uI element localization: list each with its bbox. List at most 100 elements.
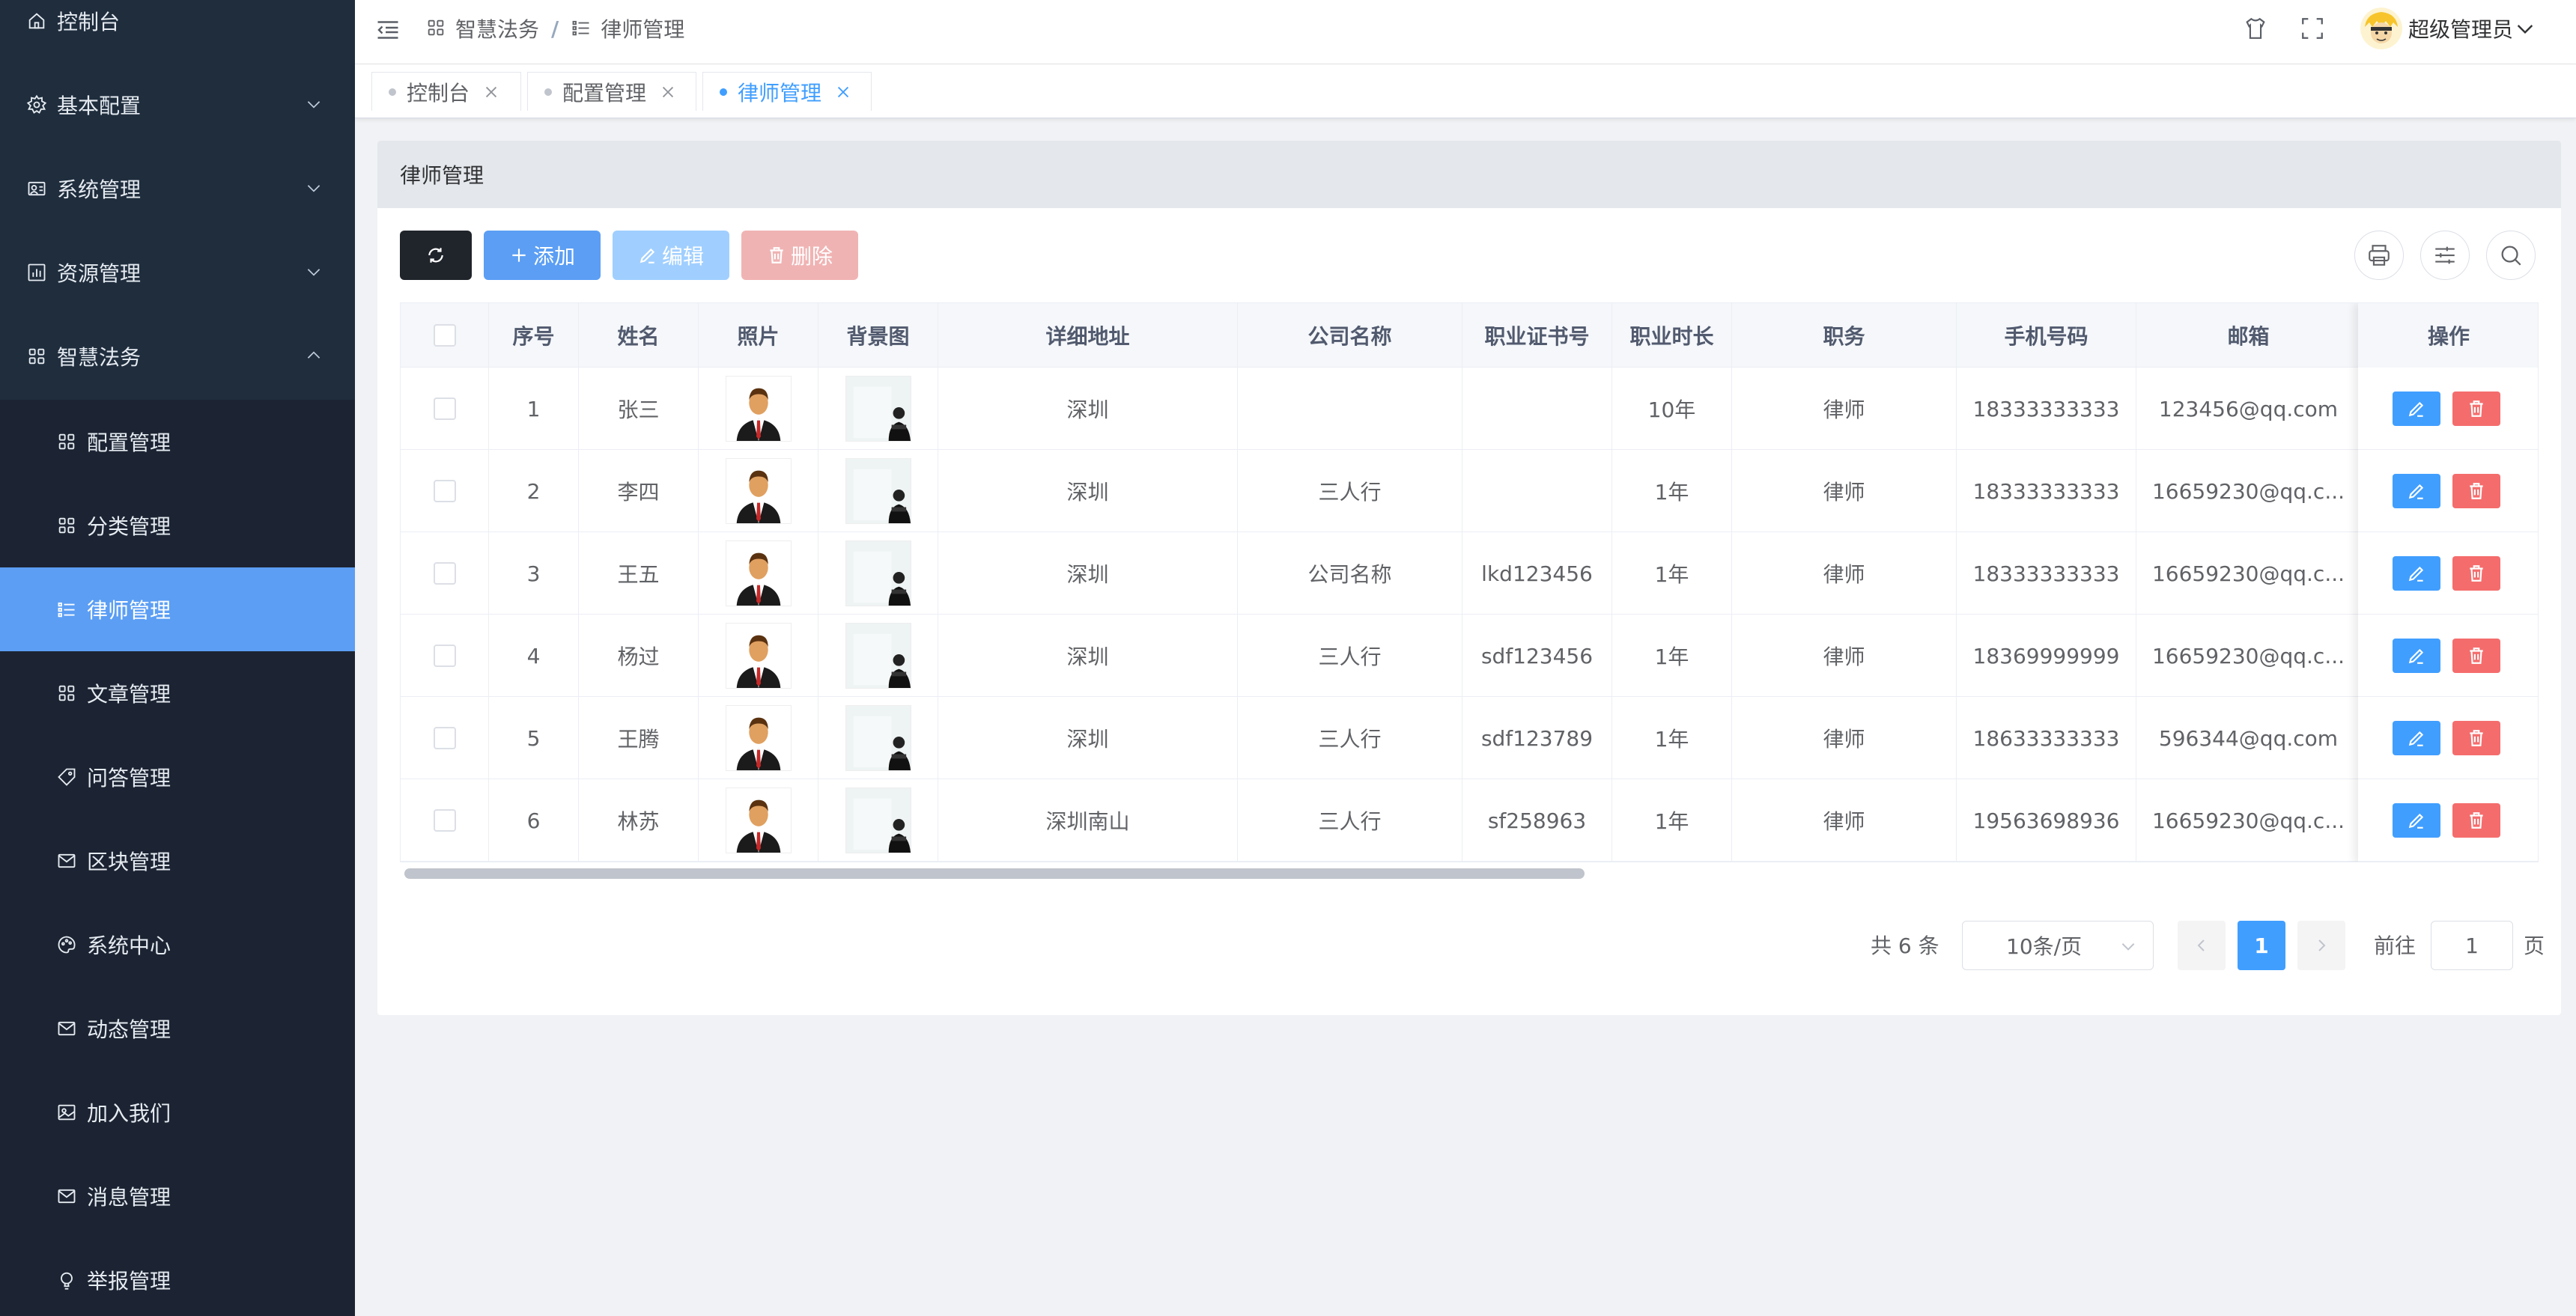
lawyer-photo[interactable]: [725, 623, 792, 689]
chevron-right-icon: [2318, 939, 2326, 951]
table-row[interactable]: 2 李四 深圳 三人行 1年 律师 18333333333 16659230@qq.c...: [401, 450, 2538, 532]
sidebar-subitem-4[interactable]: 问答管理: [0, 735, 355, 819]
close-icon[interactable]: [483, 84, 499, 100]
cell-company: 三人行: [1238, 615, 1462, 697]
prev-page-button[interactable]: [2178, 921, 2226, 970]
sidebar-item-2[interactable]: 系统管理: [0, 147, 355, 231]
next-page-button[interactable]: [2297, 921, 2345, 970]
lawyer-photo[interactable]: [725, 458, 792, 524]
row-select-cell: [401, 615, 489, 697]
print-button[interactable]: [2354, 231, 2404, 280]
table-row[interactable]: 4 杨过 深圳 三人行 sdf123456 1年 律师 18369999999 16659230…: [401, 615, 2538, 697]
grid-icon: [55, 514, 78, 537]
select-all-checkbox[interactable]: [433, 324, 456, 347]
row-checkbox[interactable]: [433, 809, 456, 832]
cell-photo: [699, 450, 818, 532]
sidebar-item-3[interactable]: 资源管理: [0, 231, 355, 314]
row-delete-button[interactable]: [2452, 721, 2500, 755]
sidebar-subitem-5[interactable]: 区块管理: [0, 819, 355, 903]
sidebar-subitem-3[interactable]: 文章管理: [0, 651, 355, 735]
sidebar-subitem-6[interactable]: 系统中心: [0, 903, 355, 987]
sidebar-item-1[interactable]: 基本配置: [0, 63, 355, 147]
search-toggle-button[interactable]: [2486, 231, 2536, 280]
close-icon[interactable]: [660, 84, 676, 100]
sidebar-subitem-2[interactable]: 律师管理: [0, 567, 355, 651]
row-actions: [2358, 450, 2538, 532]
fullscreen-icon[interactable]: [2297, 13, 2327, 43]
column-settings-button[interactable]: [2420, 231, 2470, 280]
row-edit-button[interactable]: [2393, 392, 2440, 426]
tag-dashboard[interactable]: 控制台: [371, 72, 521, 111]
sidebar-subitem-0[interactable]: 配置管理: [0, 400, 355, 484]
table-row[interactable]: 5 王腾 深圳 三人行 sdf123789 1年 律师 18633333333 596344@q…: [401, 697, 2538, 779]
row-checkbox[interactable]: [433, 645, 456, 667]
tag-label: 配置管理: [562, 80, 647, 106]
tag-config[interactable]: 配置管理: [527, 72, 696, 111]
sidebar-item-4[interactable]: 智慧法务: [0, 314, 355, 398]
row-checkbox[interactable]: [433, 727, 456, 749]
table-header: 序号 姓名 照片 背景图 详细地址 公司名称 职业证书号 职业时长 职务 手机号码 邮箱 操作: [401, 303, 2538, 368]
row-delete-button[interactable]: [2452, 803, 2500, 838]
row-checkbox[interactable]: [433, 397, 456, 420]
trash-icon: [2470, 400, 2483, 417]
sidebar-subitem-10[interactable]: 举报管理: [0, 1238, 355, 1316]
background-image[interactable]: [845, 376, 911, 442]
refresh-button[interactable]: [400, 231, 472, 280]
row-edit-button[interactable]: [2393, 721, 2440, 755]
goto-page-input[interactable]: 1: [2431, 921, 2513, 970]
edit-icon: [2408, 731, 2424, 746]
page-size-select[interactable]: 10条/页: [1962, 921, 2154, 970]
cell-name: 王腾: [579, 697, 699, 779]
lawyer-photo[interactable]: [725, 788, 792, 853]
row-delete-button[interactable]: [2452, 556, 2500, 591]
collapse-menu-icon[interactable]: [374, 16, 401, 43]
cell-address: 深圳: [938, 450, 1238, 532]
theme-shirt-icon[interactable]: [2241, 13, 2270, 43]
sidebar-subitem-9[interactable]: 消息管理: [0, 1154, 355, 1238]
table-row[interactable]: 1 张三 深圳 10年 律师 18333333333 123456@qq.com: [401, 368, 2538, 450]
delete-button[interactable]: 删除: [741, 231, 858, 280]
breadcrumb-item-section[interactable]: 智慧法务: [455, 13, 539, 43]
add-button[interactable]: 添加: [484, 231, 601, 280]
background-image[interactable]: [845, 540, 911, 606]
sidebar-subitem-1[interactable]: 分类管理: [0, 484, 355, 567]
lawyer-photo[interactable]: [725, 376, 792, 442]
row-delete-button[interactable]: [2452, 392, 2500, 426]
row-edit-button[interactable]: [2393, 556, 2440, 591]
row-delete-button[interactable]: [2452, 474, 2500, 508]
page-size-value: 10条/页: [2006, 934, 2083, 959]
tag-lawyer[interactable]: 律师管理: [702, 72, 872, 111]
row-edit-button[interactable]: [2393, 639, 2440, 673]
background-image[interactable]: [845, 458, 911, 524]
sidebar-item-0[interactable]: 控制台: [0, 0, 355, 63]
table-row[interactable]: 6 林苏 深圳南山 三人行 sf258963 1年 律师 19563698936 1665923…: [401, 779, 2538, 862]
home-icon: [25, 10, 48, 32]
cell-background: [818, 368, 938, 450]
username[interactable]: 超级管理员: [2408, 13, 2513, 43]
page-number-button[interactable]: 1: [2238, 921, 2285, 970]
close-icon[interactable]: [835, 84, 851, 100]
cell-photo: [699, 697, 818, 779]
avatar[interactable]: [2360, 7, 2402, 49]
background-image[interactable]: [845, 705, 911, 771]
sidebar-subitem-8[interactable]: 加入我们: [0, 1070, 355, 1154]
row-delete-button[interactable]: [2452, 639, 2500, 673]
lawyer-table: 序号 姓名 照片 背景图 详细地址 公司名称 职业证书号 职业时长 职务 手机号码 邮箱 操作 1 张三…: [400, 302, 2539, 862]
sidebar-subitem-7[interactable]: 动态管理: [0, 987, 355, 1070]
operation-column: 操作: [2358, 303, 2538, 862]
cell-company: [1238, 368, 1462, 450]
edit-button[interactable]: 编辑: [613, 231, 729, 280]
background-image[interactable]: [845, 623, 911, 689]
chevron-down-icon[interactable]: [2513, 16, 2537, 40]
row-checkbox[interactable]: [433, 480, 456, 502]
column-header: 邮箱: [2136, 303, 2361, 368]
background-image[interactable]: [845, 788, 911, 853]
lawyer-photo[interactable]: [725, 540, 792, 606]
lawyer-photo[interactable]: [725, 705, 792, 771]
table-row[interactable]: 3 王五 深圳 公司名称 lkd123456 1年 律师 18333333333 1665923…: [401, 532, 2538, 615]
tag-dot: [544, 88, 552, 96]
horizontal-scrollbar[interactable]: [404, 868, 1585, 879]
row-edit-button[interactable]: [2393, 803, 2440, 838]
row-edit-button[interactable]: [2393, 474, 2440, 508]
row-checkbox[interactable]: [433, 562, 456, 585]
